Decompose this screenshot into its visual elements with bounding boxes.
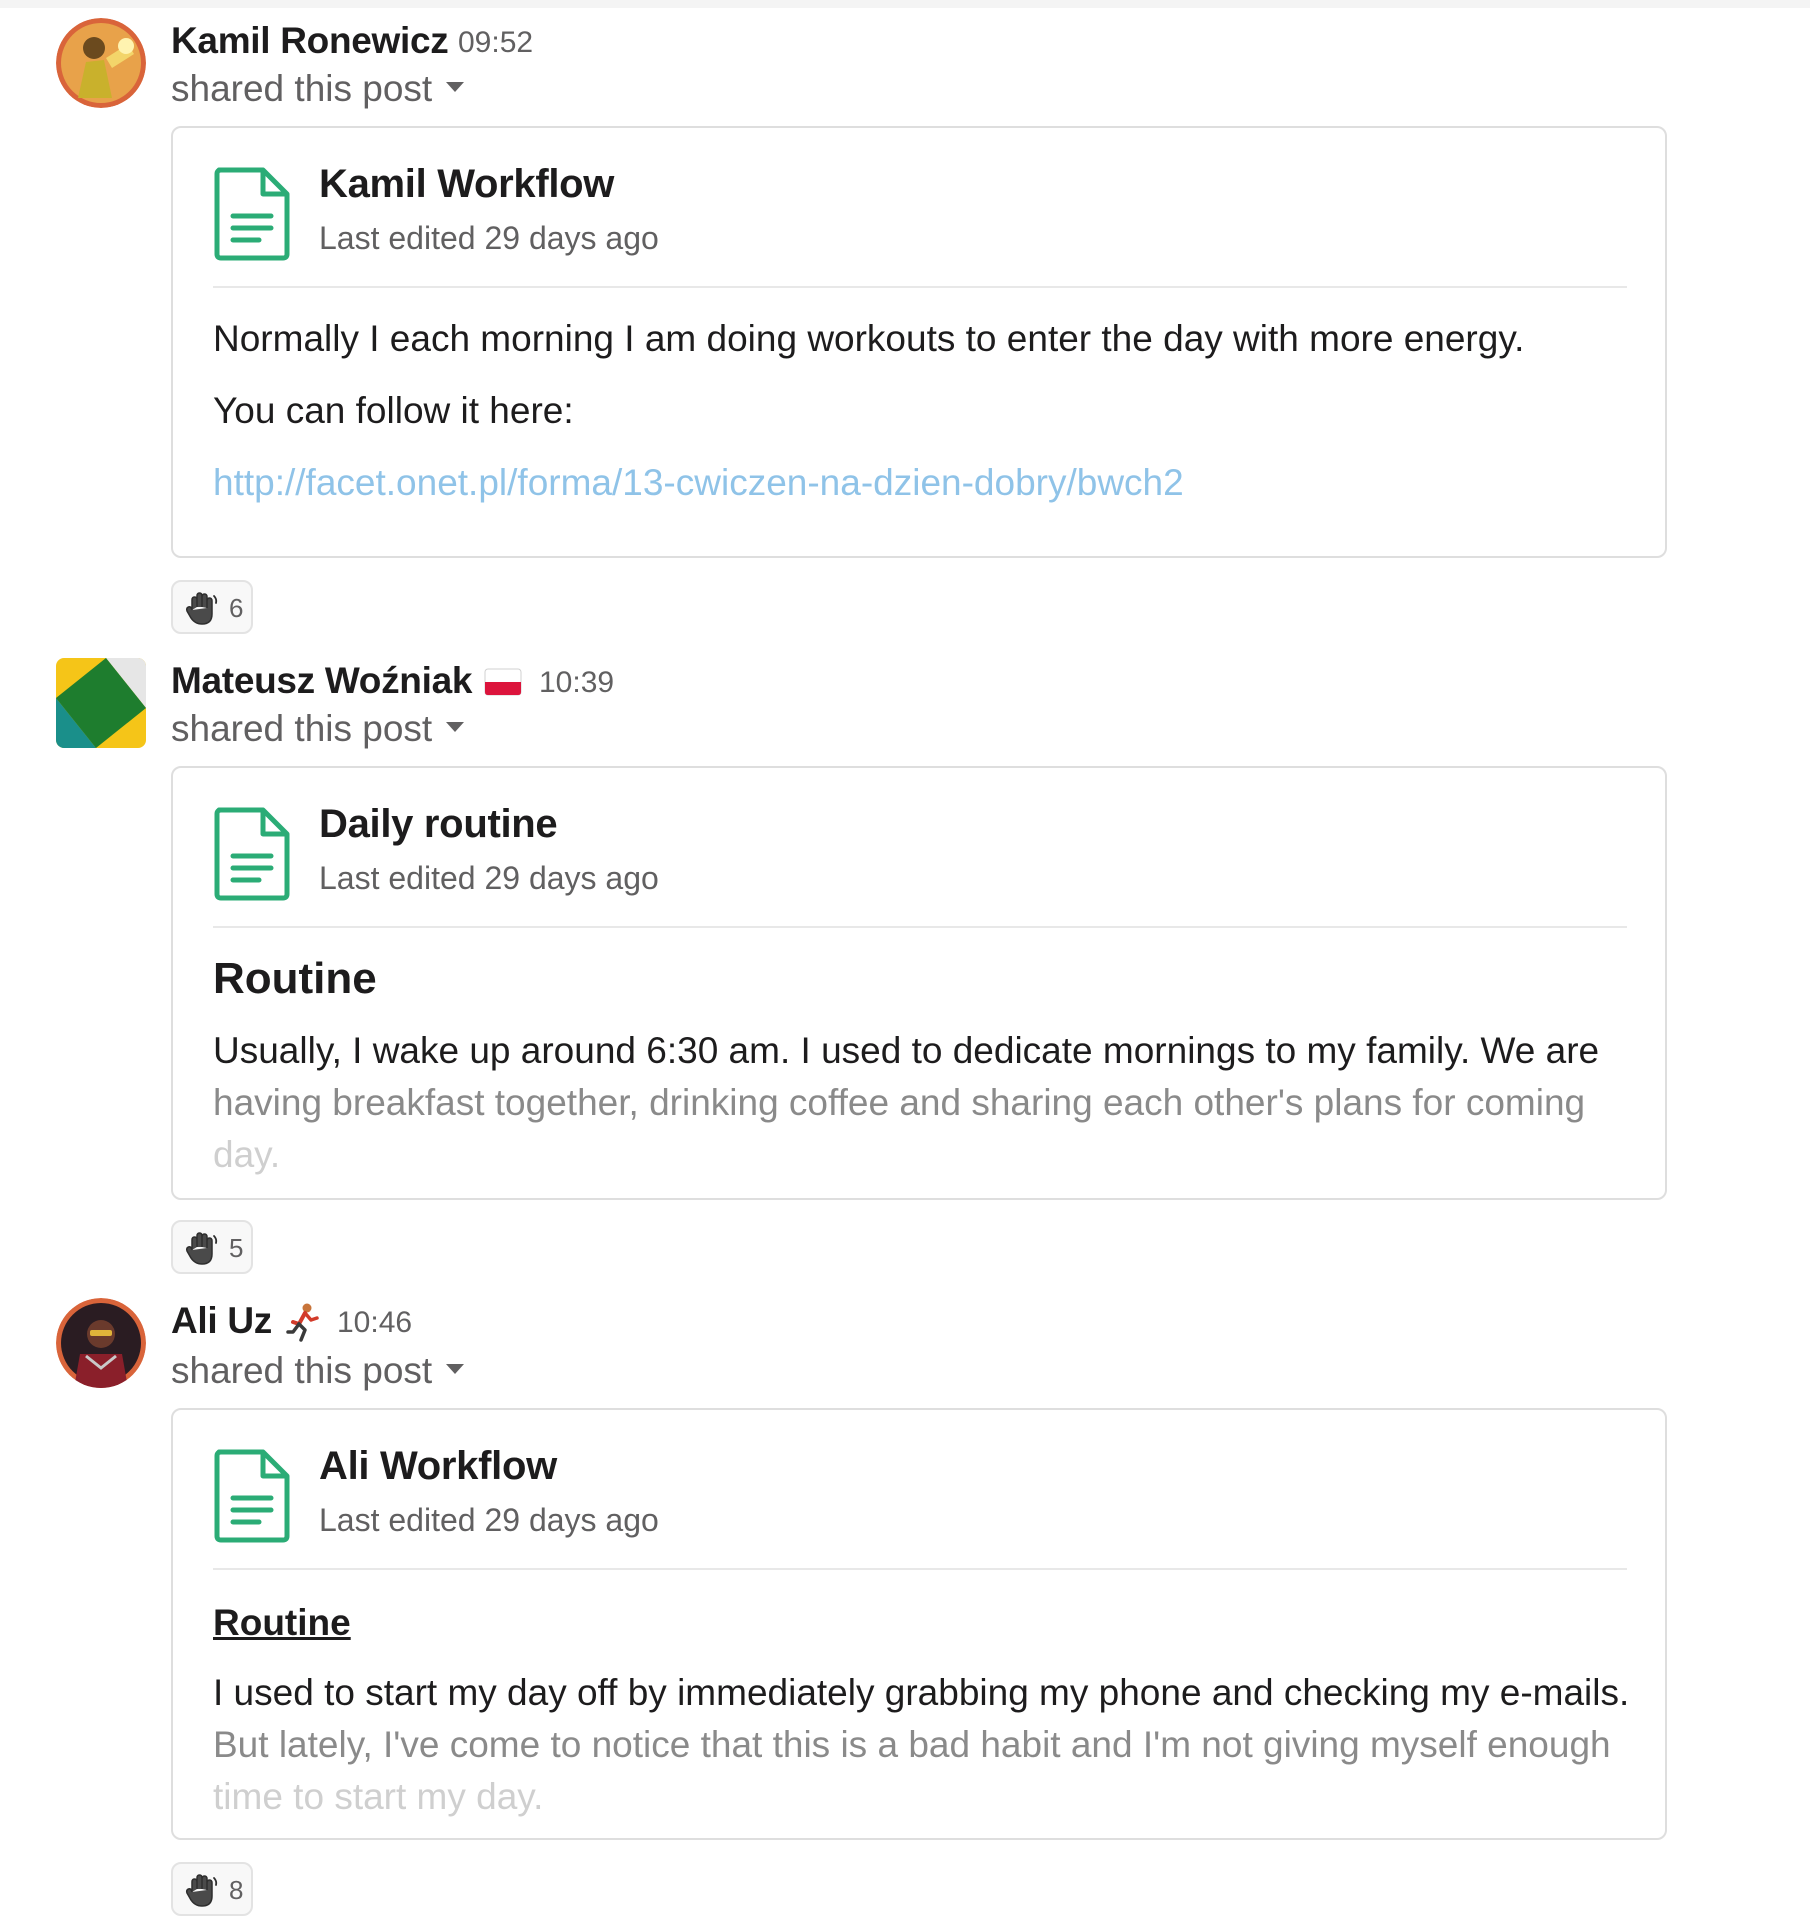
raised-hand-icon (185, 592, 218, 625)
top-divider (0, 0, 1810, 8)
post-card[interactable]: Kamil Workflow Last edited 29 days ago N… (171, 126, 1667, 558)
raised-hand-icon (185, 1874, 218, 1907)
reaction-pill[interactable]: 8 (171, 1862, 253, 1916)
shared-label: shared this post (171, 1350, 433, 1391)
post-heading: Routine (213, 954, 377, 1003)
reaction-count: 6 (229, 593, 244, 623)
avatar[interactable] (56, 658, 146, 748)
caret-down-icon (446, 1364, 465, 1375)
post-body-line: day. (213, 1134, 281, 1175)
card-divider (213, 1568, 1627, 1570)
post-card[interactable]: Daily routine Last edited 29 days ago Ro… (171, 766, 1667, 1200)
avatar[interactable] (56, 1298, 146, 1388)
post-card[interactable]: Ali Workflow Last edited 29 days ago Rou… (171, 1408, 1667, 1840)
timestamp[interactable]: 10:39 (539, 666, 614, 700)
caret-down-icon (446, 82, 465, 93)
shared-label: shared this post (171, 708, 433, 749)
post-body-line: having breakfast together, drinking coff… (213, 1082, 1586, 1123)
post-body-line: You can follow it here: (213, 390, 574, 431)
post-title[interactable]: Daily routine (319, 802, 558, 847)
reaction-pill[interactable]: 5 (171, 1220, 253, 1274)
runner-icon (286, 1303, 319, 1342)
shared-this-post-menu[interactable]: shared this post (171, 708, 465, 750)
post-body-line: Usually, I wake up around 6:30 am. I use… (213, 1030, 1600, 1071)
last-edited: Last edited 29 days ago (319, 860, 659, 896)
post-link[interactable]: http://facet.onet.pl/forma/13-cwiczen-na… (213, 462, 1184, 504)
post-title[interactable]: Kamil Workflow (319, 162, 614, 207)
post-heading: Routine (213, 1602, 351, 1643)
post-body-line: time to start my day. (213, 1776, 544, 1817)
card-divider (213, 286, 1627, 288)
user-name[interactable]: Mateusz Woźniak (171, 660, 472, 702)
post-body-line: Normally I each morning I am doing worko… (213, 318, 1525, 359)
card-divider (213, 926, 1627, 928)
post-body-line: I used to start my day off by immediatel… (213, 1672, 1630, 1713)
user-name[interactable]: Ali Uz (171, 1300, 272, 1342)
shared-label: shared this post (171, 68, 433, 109)
last-edited: Last edited 29 days ago (319, 1502, 659, 1538)
caret-down-icon (446, 722, 465, 733)
timestamp[interactable]: 10:46 (337, 1306, 412, 1340)
reaction-count: 8 (229, 1875, 244, 1905)
post-title[interactable]: Ali Workflow (319, 1444, 557, 1489)
reaction-pill[interactable]: 6 (171, 580, 253, 634)
document-icon (214, 1449, 290, 1543)
raised-hand-icon (185, 1232, 218, 1265)
document-icon (214, 167, 290, 261)
last-edited: Last edited 29 days ago (319, 220, 659, 256)
timestamp[interactable]: 09:52 (458, 26, 533, 60)
shared-this-post-menu[interactable]: shared this post (171, 1350, 465, 1392)
avatar[interactable] (56, 18, 146, 108)
poland-flag-icon (484, 668, 522, 696)
document-icon (214, 807, 290, 901)
post-body-line: But lately, I've come to notice that thi… (213, 1724, 1611, 1765)
user-name[interactable]: Kamil Ronewicz (171, 20, 449, 62)
shared-this-post-menu[interactable]: shared this post (171, 68, 465, 110)
reaction-count: 5 (229, 1233, 244, 1263)
